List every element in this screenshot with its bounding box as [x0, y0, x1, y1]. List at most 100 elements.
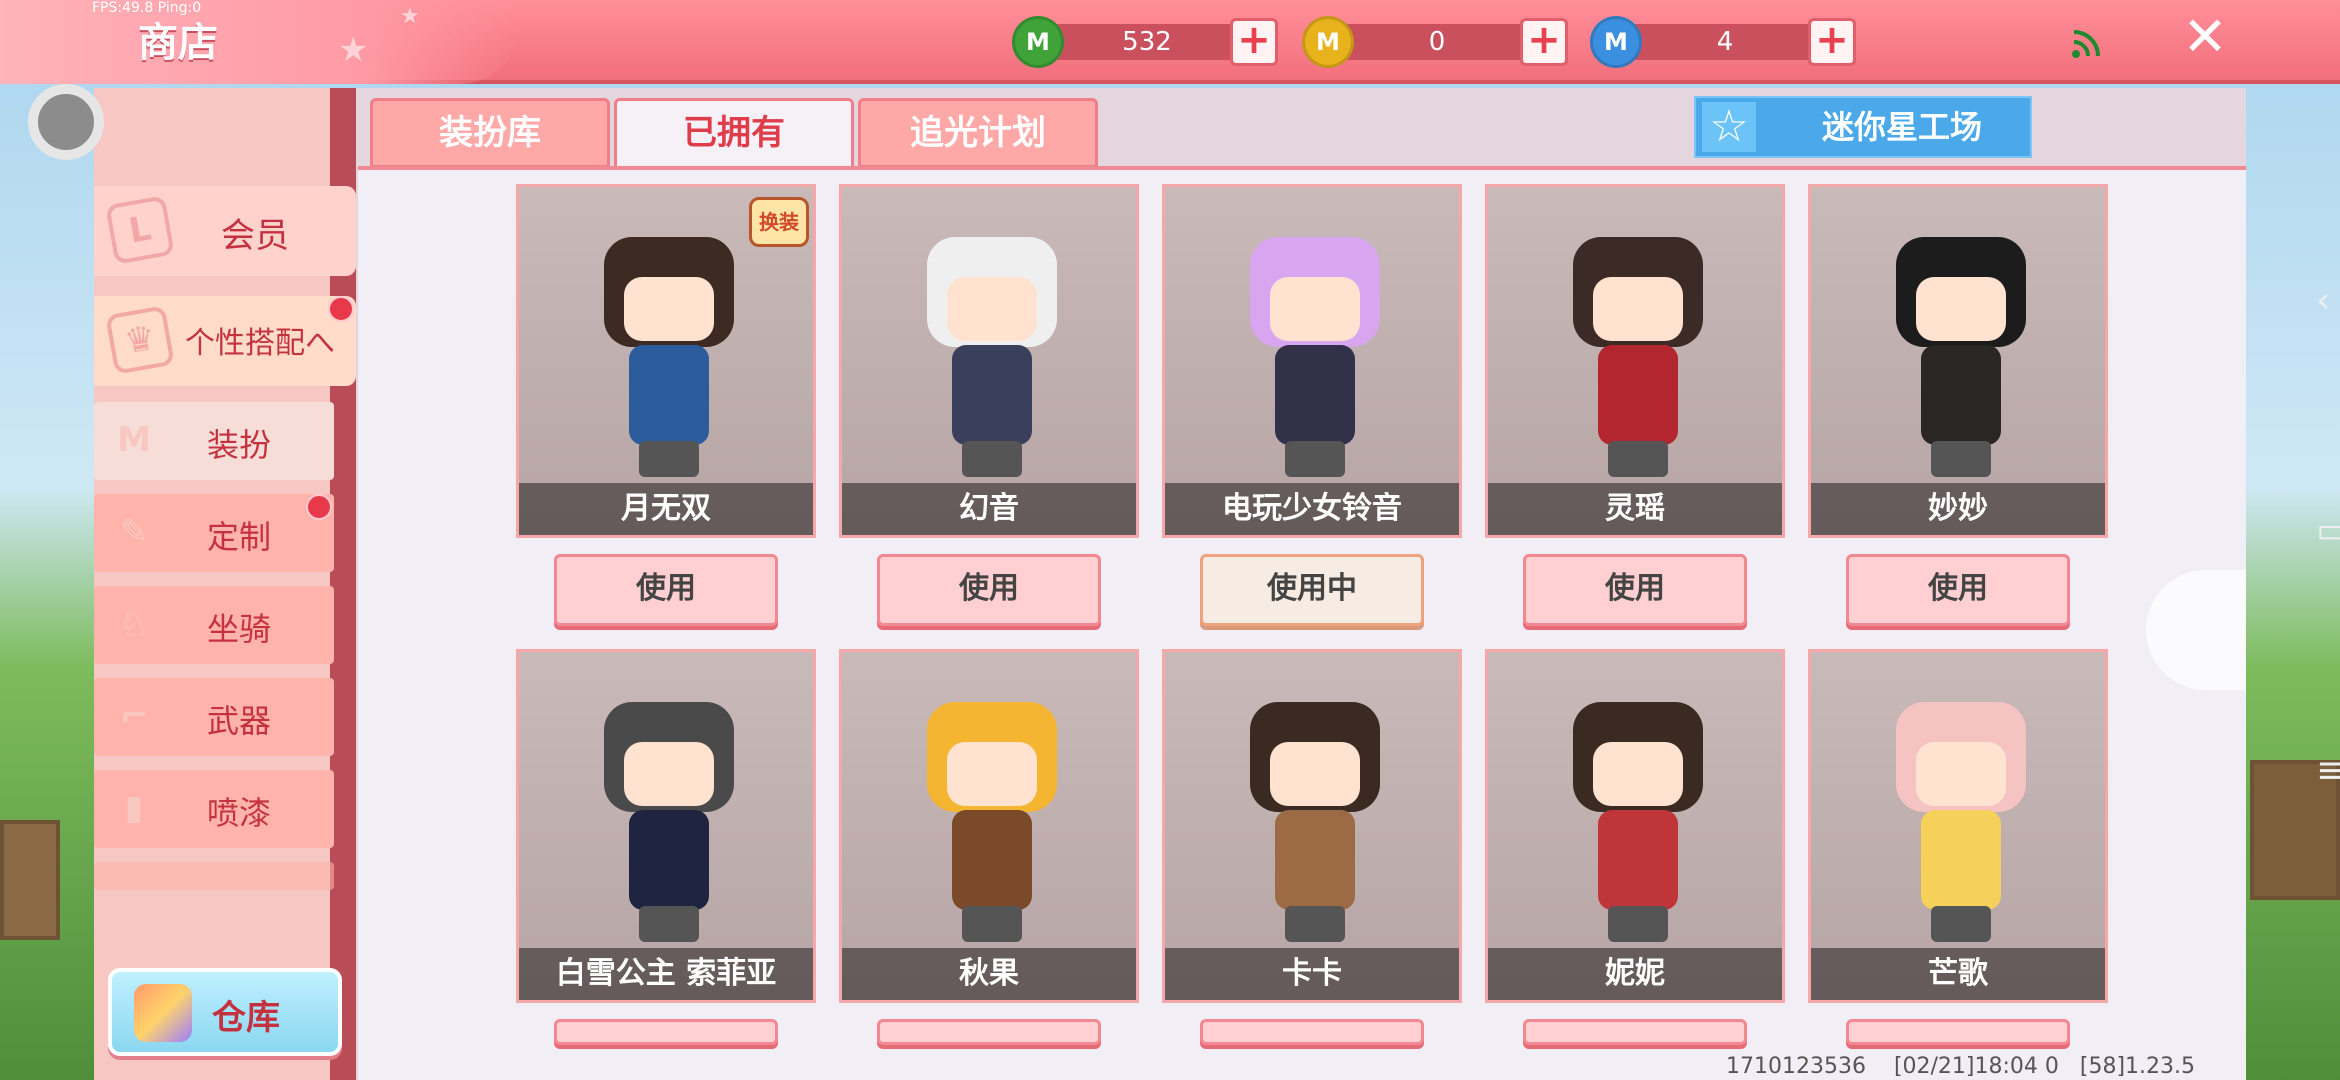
skin-card[interactable]: 妮妮 — [1485, 649, 1785, 1003]
avatar-legs — [639, 441, 699, 477]
use-skin-button[interactable]: 使用 — [877, 554, 1101, 626]
build-info: 1710123536 [02/21]18:04 0 [58]1.23.5 — [1726, 1054, 2196, 1079]
use-skin-button[interactable]: 使用 — [1523, 554, 1747, 626]
skin-name: 白雪公主 索菲亚 — [519, 948, 813, 1000]
sidebar-item-custom[interactable]: ✎ 定制 — [94, 494, 334, 572]
use-skin-button[interactable]: 使用 — [1200, 1019, 1424, 1045]
sidebar-item-label: 会员 — [221, 216, 289, 256]
chevron-left-icon[interactable]: ‹ — [2316, 280, 2330, 321]
avatar-legs — [1608, 906, 1668, 942]
skin-name: 幻音 — [842, 483, 1136, 535]
avatar-face — [947, 277, 1037, 341]
skin-card[interactable]: 灵瑶 — [1485, 184, 1785, 538]
add-currency-button[interactable]: + — [1808, 18, 1856, 66]
skin-name: 月无双 — [519, 483, 813, 535]
avatar-face — [1270, 742, 1360, 806]
sidebar-item-personalize[interactable]: ♛ 个性搭配へ — [94, 296, 356, 386]
tab-owned[interactable]: 已拥有 — [614, 98, 854, 170]
currency-value: 4 — [1716, 27, 1734, 57]
mini-bean-icon: M — [1012, 16, 1064, 68]
sidebar-item-label: 坐骑 — [206, 610, 271, 648]
background-block — [0, 820, 60, 940]
camera-toggle-icon[interactable] — [28, 84, 104, 160]
studio-button-label: 迷你星工场 — [1821, 108, 1982, 146]
avatar-legs — [1931, 441, 1991, 477]
page-title: 商店 — [138, 20, 218, 66]
skin-card[interactable]: 芒歌 — [1808, 649, 2108, 1003]
currency-value: 0 — [1428, 27, 1446, 57]
avatar-legs — [1285, 906, 1345, 942]
skin-card[interactable]: 秋果 — [839, 649, 1139, 1003]
use-skin-button[interactable]: 使用 — [1523, 1019, 1747, 1045]
character-avatar — [1886, 237, 2036, 477]
avatar-outfit — [1921, 345, 2001, 445]
skin-card[interactable]: 妙妙 — [1808, 184, 2108, 538]
avatar-outfit — [1275, 810, 1355, 910]
sidebar-item-vip[interactable]: L 会员 — [94, 186, 356, 276]
sidebar-item-partial[interactable] — [94, 862, 334, 890]
skin-card[interactable]: 换装月无双 — [516, 184, 816, 538]
tab-outfit-library[interactable]: 装扮库 — [370, 98, 610, 168]
avatar-face — [1916, 277, 2006, 341]
menu-icon[interactable]: ≡ — [2316, 750, 2340, 791]
use-skin-button[interactable]: 使用 — [877, 1019, 1101, 1045]
character-avatar — [594, 702, 744, 942]
avatar-outfit — [629, 810, 709, 910]
use-skin-button[interactable]: 使用 — [554, 1019, 778, 1045]
sidebar-item-weapon[interactable]: ⌐ 武器 — [94, 678, 334, 756]
character-avatar — [1240, 702, 1390, 942]
skin-card[interactable]: 卡卡 — [1162, 649, 1462, 1003]
character-avatar — [1240, 237, 1390, 477]
avatar-outfit — [952, 345, 1032, 445]
use-skin-button[interactable]: 使用中 — [1200, 554, 1424, 626]
avatar-legs — [1931, 906, 1991, 942]
add-currency-button[interactable]: + — [1230, 18, 1278, 66]
character-avatar — [1563, 237, 1713, 477]
avatar-legs — [1608, 441, 1668, 477]
avatar-face — [1270, 277, 1360, 341]
avatar-face — [1593, 742, 1683, 806]
character-avatar — [594, 237, 744, 477]
star-icon: ☆ — [1702, 102, 1756, 152]
avatar-outfit — [1598, 810, 1678, 910]
use-skin-button[interactable]: 使用 — [554, 554, 778, 626]
window-icon[interactable]: ▭ — [2316, 510, 2340, 551]
mini-point-icon: M — [1590, 16, 1642, 68]
character-avatar — [1886, 702, 2036, 942]
sidebar-item-label: 武器 — [206, 702, 271, 740]
avatar-legs — [962, 906, 1022, 942]
avatar-outfit — [1598, 345, 1678, 445]
warehouse-label: 仓库 — [212, 998, 280, 1038]
skin-name: 妙妙 — [1811, 483, 2105, 535]
sidebar-item-spray[interactable]: ▮ 喷漆 — [94, 770, 334, 848]
avatar-face — [624, 277, 714, 341]
skin-card[interactable]: 电玩少女铃音 — [1162, 184, 1462, 538]
warehouse-button[interactable]: 仓库 — [108, 968, 342, 1056]
sidebar-item-label: 装扮 — [206, 426, 271, 464]
skin-card[interactable]: 白雪公主 索菲亚 — [516, 649, 816, 1003]
use-skin-button[interactable]: 使用 — [1846, 1019, 2070, 1045]
avatar-outfit — [629, 345, 709, 445]
character-avatar — [917, 702, 1067, 942]
use-skin-button[interactable]: 使用 — [1846, 554, 2070, 626]
add-currency-button[interactable]: + — [1520, 18, 1568, 66]
skin-card[interactable]: 幻音 — [839, 184, 1139, 538]
top-bar: ★ ★ FPS:49.8 Ping:0 商店 532 M + 0 M + 4 M… — [0, 0, 2340, 84]
avatar-face — [1916, 742, 2006, 806]
sidebar-item-label: 喷漆 — [206, 794, 271, 832]
tab-chase-light-plan[interactable]: 追光计划 — [858, 98, 1098, 168]
sidebar-item-mount[interactable]: ♘ 坐骑 — [94, 586, 334, 664]
top-bar-decoration — [0, 0, 520, 84]
sidebar-item-label: 个性搭配へ — [185, 326, 335, 361]
mini-star-studio-button[interactable]: ☆ 迷你星工场 — [1694, 96, 2032, 158]
avatar-face — [624, 742, 714, 806]
skin-badge: 换装 — [749, 197, 809, 247]
close-icon[interactable]: ✕ — [2180, 10, 2230, 64]
skin-name: 电玩少女铃音 — [1165, 483, 1459, 535]
character-avatar — [917, 237, 1067, 477]
avatar-face — [947, 742, 1037, 806]
avatar-outfit — [1275, 345, 1355, 445]
mini-coin-icon: M — [1302, 16, 1354, 68]
signal-icon — [2072, 30, 2100, 58]
sidebar-item-outfit[interactable]: M 装扮 — [94, 402, 334, 480]
